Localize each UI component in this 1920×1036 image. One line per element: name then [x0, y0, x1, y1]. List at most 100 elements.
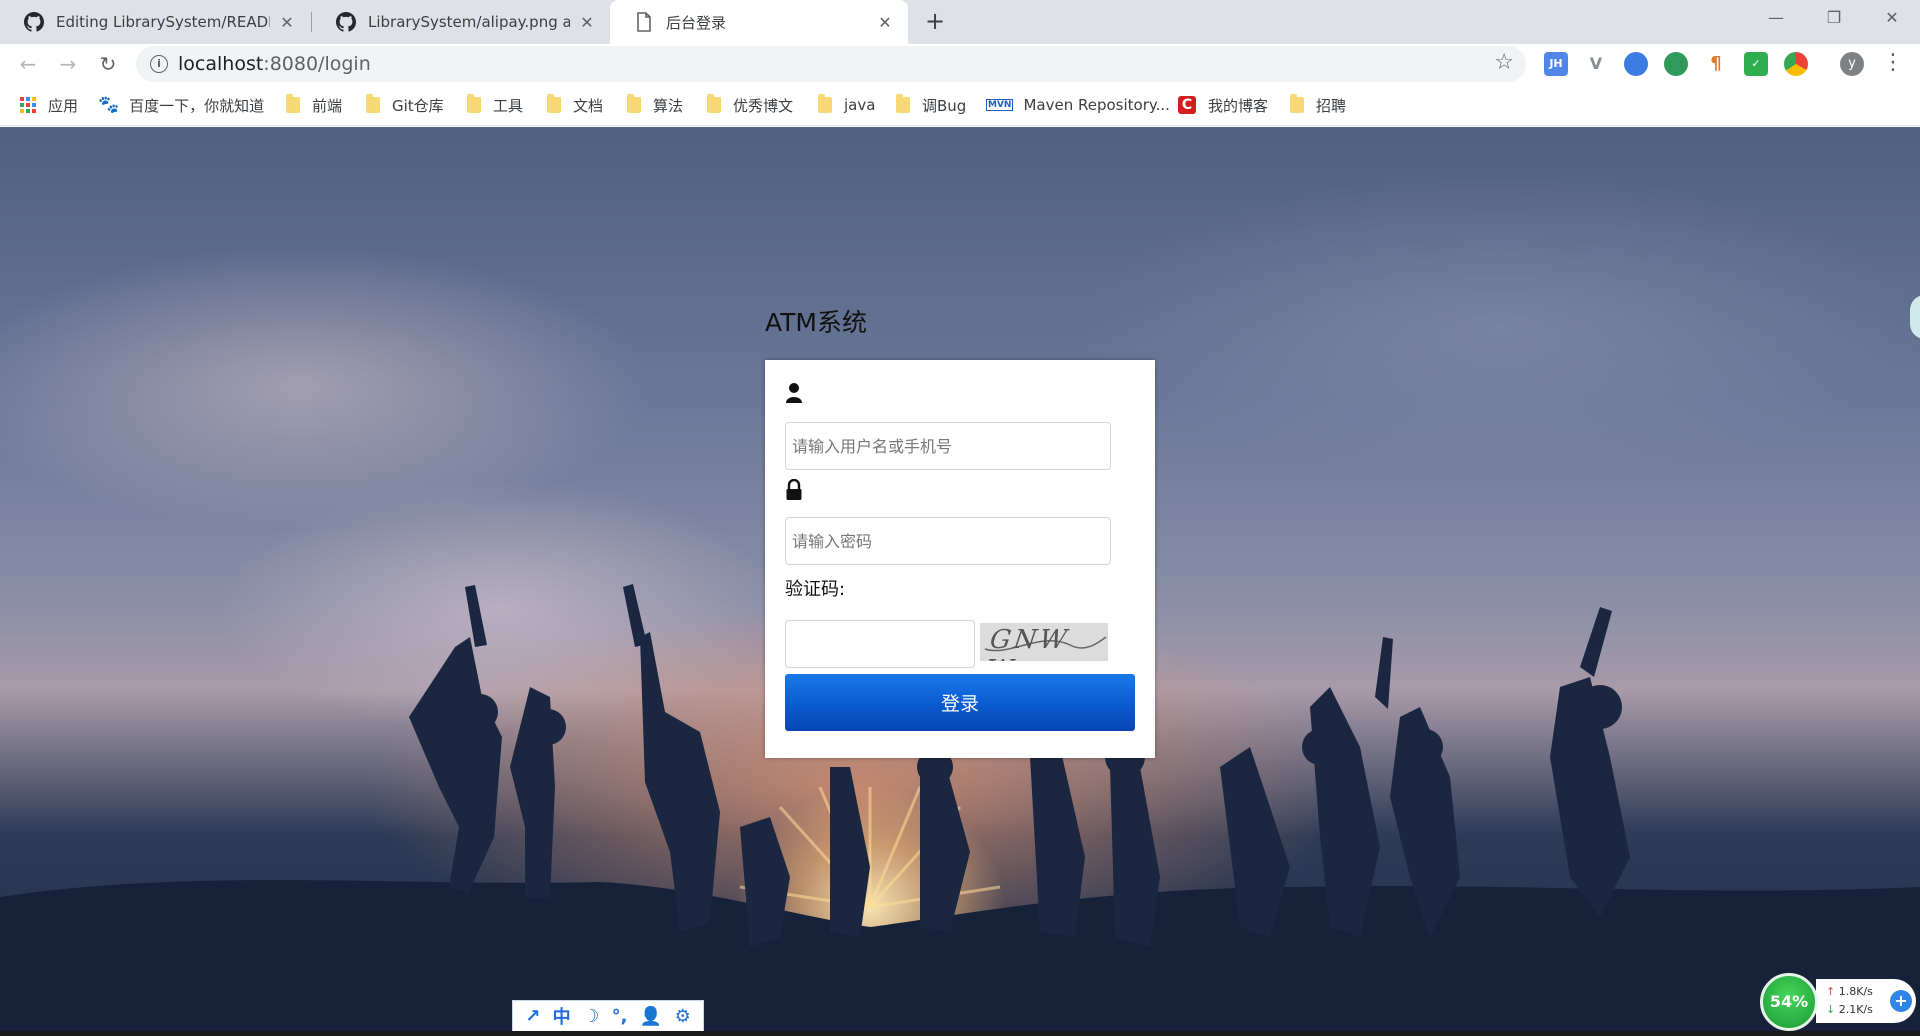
- reload-button[interactable]: ↻: [92, 48, 124, 80]
- plus-icon[interactable]: +: [1890, 990, 1912, 1012]
- window-close-button[interactable]: ✕: [1862, 0, 1920, 36]
- user-icon: [785, 382, 803, 404]
- extension-paragraph-icon[interactable]: ¶: [1704, 52, 1728, 76]
- username-input[interactable]: [785, 422, 1111, 470]
- upload-speed: ↑ 1.8K/s: [1826, 985, 1873, 998]
- ime-punctuation-icon[interactable]: °,: [612, 1006, 628, 1027]
- bookmark-label: 优秀博文: [733, 96, 794, 115]
- folder-icon: [627, 94, 641, 113]
- github-icon: [24, 12, 44, 32]
- folder-icon: [547, 94, 561, 113]
- bookmark-label: 百度一下，你就知道: [129, 96, 265, 115]
- folder-icon: [896, 94, 910, 113]
- extension-shield-icon[interactable]: ✓: [1744, 52, 1768, 76]
- bookmark-folder-java[interactable]: java: [818, 94, 875, 116]
- bookmark-label: java: [844, 96, 876, 114]
- minimize-button[interactable]: —: [1746, 0, 1806, 36]
- network-speed-panel: ↑ 1.8K/s ↓ 2.1K/s +: [1816, 979, 1916, 1023]
- bookmark-label: 应用: [48, 96, 79, 115]
- profile-avatar[interactable]: y: [1840, 52, 1864, 76]
- bookmark-label: 工具: [493, 96, 524, 115]
- bookmark-label: 调Bug: [922, 96, 967, 115]
- bookmark-folder-blogs[interactable]: 优秀博文: [707, 94, 793, 116]
- address-bar[interactable]: i localhost:8080/login ☆: [136, 46, 1526, 82]
- new-tab-button[interactable]: +: [920, 7, 950, 37]
- bookmark-folder-git[interactable]: Git仓库: [366, 94, 444, 116]
- bookmark-baidu[interactable]: 🐾 百度一下，你就知道: [98, 94, 264, 116]
- bookmark-label: 我的博客: [1208, 96, 1269, 115]
- folder-icon: [366, 94, 380, 113]
- page-title: ATM系统: [765, 308, 868, 337]
- bookmark-my-blog[interactable]: C 我的博客: [1178, 94, 1268, 116]
- bookmark-label: 招聘: [1316, 96, 1347, 115]
- tab-title: Editing LibrarySystem/READM: [56, 13, 270, 31]
- folder-icon: [707, 94, 721, 113]
- bookmark-star-icon[interactable]: ☆: [1494, 50, 1514, 75]
- password-input[interactable]: [785, 517, 1111, 565]
- more-menu-icon[interactable]: ⋮: [1882, 50, 1904, 76]
- tab-title: 后台登录: [666, 13, 727, 32]
- captcha-label: 验证码:: [785, 579, 846, 600]
- restore-button[interactable]: ❐: [1804, 0, 1864, 36]
- tab-login-page[interactable]: 后台登录 ✕: [610, 0, 908, 44]
- login-button[interactable]: 登录: [785, 674, 1135, 731]
- github-icon: [336, 12, 356, 32]
- bookmark-maven[interactable]: MVN Maven Repository...: [986, 94, 1170, 116]
- page-viewport: ATM系统 验证码: GNW W 登录 ↗ 中 ☽ °, 👤 ⚙ ↑ 1.8K/…: [0, 127, 1920, 1036]
- url-text[interactable]: localhost:8080/login: [178, 53, 371, 75]
- bookmark-folder-tools[interactable]: 工具: [467, 94, 523, 116]
- ime-toolbar: ↗ 中 ☽ °, 👤 ⚙: [512, 1000, 704, 1032]
- bookmark-apps[interactable]: 应用: [20, 94, 78, 116]
- folder-icon: [818, 94, 832, 113]
- arrow-down-icon: ↓: [1826, 1003, 1836, 1016]
- tab-alipay-png[interactable]: LibrarySystem/alipay.png at m ✕: [312, 0, 610, 44]
- ime-toggle-icon[interactable]: ↗: [525, 1006, 540, 1027]
- bookmark-folder-jobs[interactable]: 招聘: [1290, 94, 1346, 116]
- baidu-icon: 🐾: [98, 95, 120, 115]
- tab-title: LibrarySystem/alipay.png at m: [368, 13, 570, 31]
- page-icon: [634, 12, 654, 32]
- mvn-icon: MVN: [986, 99, 1014, 111]
- close-icon[interactable]: ✕: [578, 13, 596, 32]
- forward-button[interactable]: →: [52, 48, 84, 80]
- folder-icon: [1290, 94, 1304, 113]
- download-speed: ↓ 2.1K/s: [1826, 1003, 1873, 1016]
- tab-editing-readme[interactable]: Editing LibrarySystem/READM ✕: [0, 0, 310, 44]
- ime-settings-icon[interactable]: ⚙: [675, 1006, 691, 1027]
- extension-chrome-icon[interactable]: [1784, 52, 1808, 76]
- folder-icon: [286, 94, 300, 113]
- bookmark-label: Git仓库: [392, 96, 444, 115]
- close-icon[interactable]: ✕: [278, 13, 296, 32]
- captcha-text: GNW W: [984, 625, 1072, 661]
- apps-grid-icon: [20, 97, 36, 113]
- bookmark-label: 前端: [312, 96, 343, 115]
- ime-halfwidth-icon[interactable]: ☽: [583, 1006, 599, 1027]
- extension-globe-icon[interactable]: [1664, 52, 1688, 76]
- login-form: 验证码: GNW W 登录: [765, 360, 1155, 758]
- extension-v-icon[interactable]: V: [1584, 52, 1608, 76]
- back-button[interactable]: ←: [12, 48, 44, 80]
- folder-icon: [467, 94, 481, 113]
- browser-toolbar: ← → ↻ i localhost:8080/login ☆ JH V ¶ ✓ …: [0, 44, 1920, 84]
- info-icon[interactable]: i: [150, 55, 168, 73]
- close-icon[interactable]: ✕: [876, 13, 894, 32]
- bookmark-folder-debug[interactable]: 调Bug: [896, 94, 966, 116]
- bookmark-folder-frontend[interactable]: 前端: [286, 94, 342, 116]
- network-monitor-widget[interactable]: ↑ 1.8K/s ↓ 2.1K/s + 54%: [1760, 973, 1920, 1031]
- extension-jh-icon[interactable]: JH: [1544, 52, 1568, 76]
- arrow-up-icon: ↑: [1826, 985, 1836, 998]
- bookmark-label: Maven Repository...: [1023, 96, 1170, 114]
- bookmarks-bar: 应用 🐾 百度一下，你就知道 前端 Git仓库 工具 文档 算法 优秀博文 ja…: [0, 84, 1920, 126]
- csdn-icon: C: [1178, 96, 1196, 114]
- bottom-edge: [0, 1031, 1920, 1036]
- lock-icon: [785, 478, 803, 501]
- captcha-image[interactable]: GNW W: [980, 623, 1108, 661]
- memory-usage-ball[interactable]: 54%: [1760, 973, 1818, 1031]
- extension-translate-icon[interactable]: [1624, 52, 1648, 76]
- tab-strip: Editing LibrarySystem/READM ✕ LibrarySys…: [0, 0, 1920, 44]
- captcha-input[interactable]: [785, 620, 975, 668]
- bookmark-folder-algorithms[interactable]: 算法: [627, 94, 683, 116]
- bookmark-folder-docs[interactable]: 文档: [547, 94, 603, 116]
- ime-user-icon[interactable]: 👤: [640, 1006, 662, 1027]
- ime-chinese-mode[interactable]: 中: [553, 1003, 571, 1029]
